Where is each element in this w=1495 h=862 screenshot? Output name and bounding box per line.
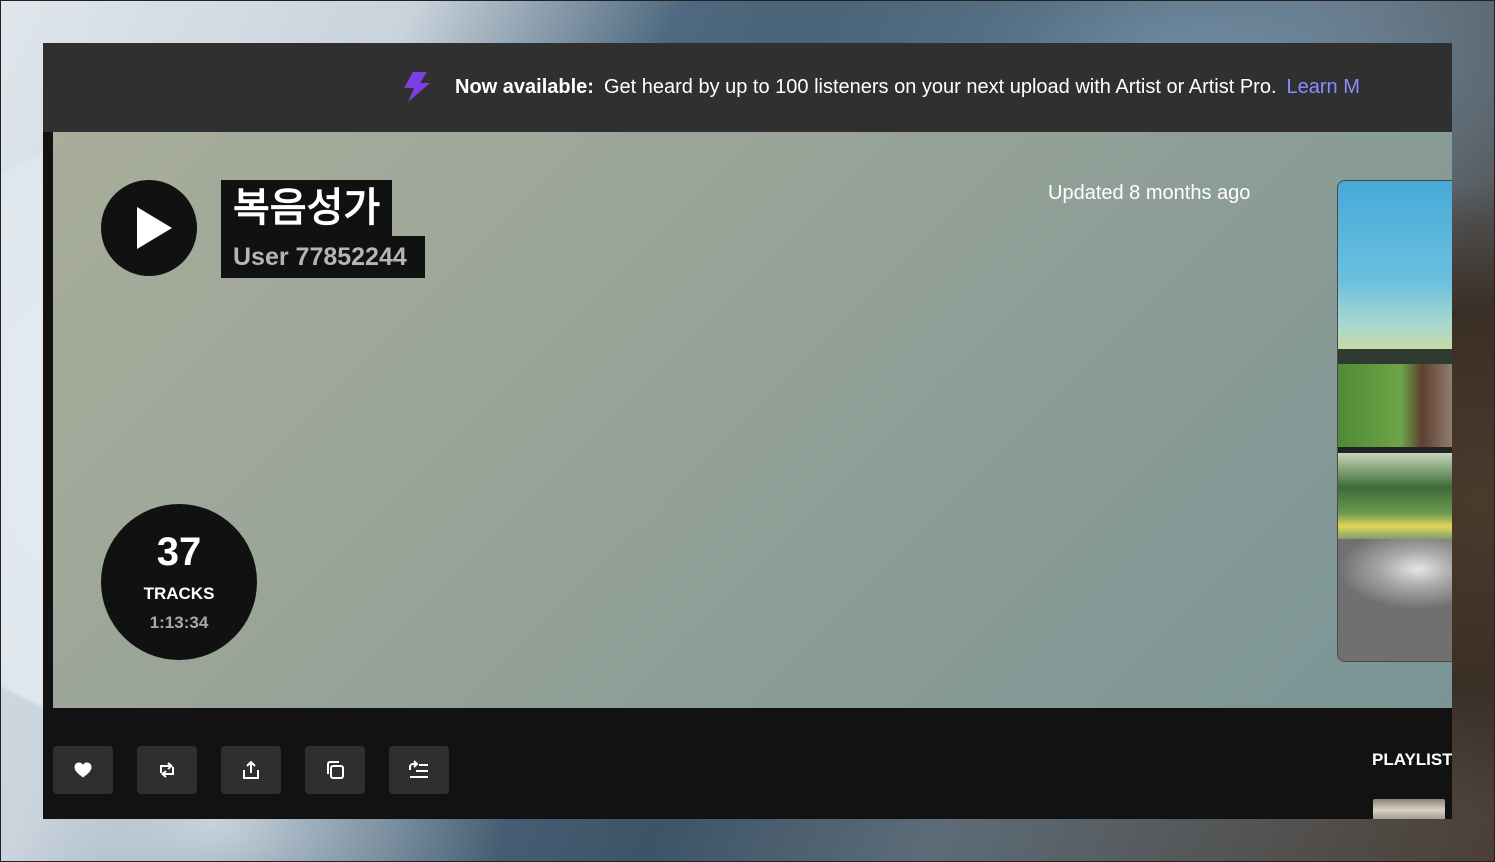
promo-banner-content: Now available: Get heard by up to 100 li… <box>399 70 1360 104</box>
action-bar <box>53 746 449 794</box>
share-icon <box>243 760 259 779</box>
playlist-hero: 복음성가 User 77852244 Updated 8 months ago … <box>53 132 1452 708</box>
playlist-duration: 1:13:34 <box>149 613 209 632</box>
like-button[interactable] <box>53 746 113 794</box>
artwork-tile <box>1338 364 1452 447</box>
artwork-divider <box>1338 349 1452 364</box>
add-to-queue-button[interactable] <box>389 746 449 794</box>
banner-message: Get heard by up to 100 listeners on your… <box>603 75 1277 98</box>
playlist-header: 복음성가 User 77852244 <box>221 180 425 278</box>
sidebar-playlist-heading: PLAYLIST <box>1372 750 1452 769</box>
add-to-queue-icon <box>409 760 428 778</box>
playlist-artwork[interactable] <box>1337 180 1452 662</box>
play-button[interactable] <box>101 180 197 276</box>
heart-icon <box>74 762 92 778</box>
copy-link-button[interactable] <box>305 746 365 794</box>
artwork-tile <box>1338 453 1452 539</box>
updated-timestamp: Updated 8 months ago <box>1048 182 1251 204</box>
banner-strong-text: Now available: <box>455 75 594 98</box>
copy-link-icon <box>327 761 344 779</box>
promo-banner: Now available: Get heard by up to 100 li… <box>43 43 1452 132</box>
share-button[interactable] <box>221 746 281 794</box>
soundcloud-window: Now available: Get heard by up to 100 li… <box>43 43 1452 819</box>
lightning-bolt-icon <box>399 70 433 104</box>
sidebar-playlist-thumbnail[interactable] <box>1373 799 1445 819</box>
playlist-title: 복음성가 <box>221 180 393 236</box>
hero-left-edge <box>43 132 53 708</box>
repost-icon <box>160 762 174 778</box>
playlist-owner-link[interactable]: User 77852244 <box>221 236 425 278</box>
repost-button[interactable] <box>137 746 197 794</box>
tracks-label: TRACKS <box>143 584 215 603</box>
artwork-tile <box>1338 181 1452 349</box>
tracks-count: 37 <box>156 530 202 574</box>
artwork-tile <box>1338 539 1452 661</box>
learn-more-link[interactable]: Learn M <box>1287 76 1360 99</box>
play-icon <box>137 207 172 249</box>
tracks-summary-badge: 37 TRACKS 1:13:34 <box>101 504 257 660</box>
